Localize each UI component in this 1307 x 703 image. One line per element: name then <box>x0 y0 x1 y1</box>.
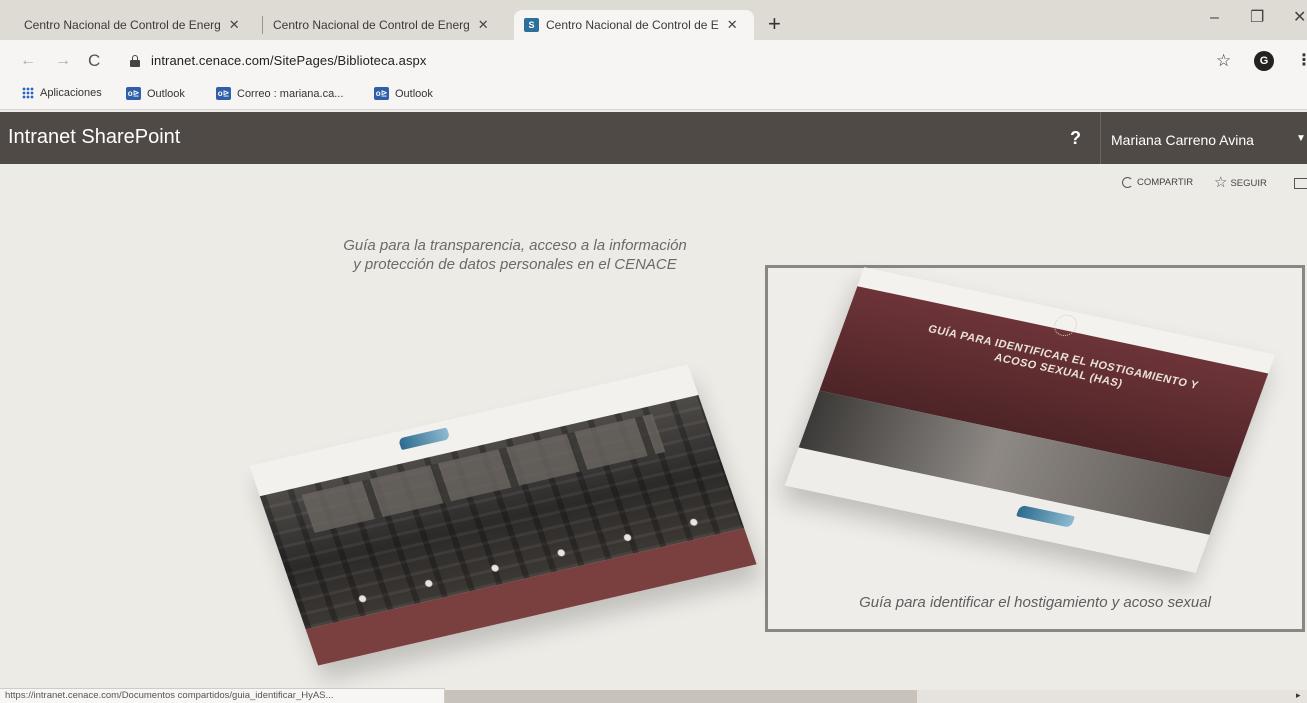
tab-title: Centro Nacional de Control de Energ <box>273 18 470 32</box>
outlook-icon: o⊵ <box>374 87 389 100</box>
address-bar-url[interactable]: intranet.cenace.com/SitePages/Biblioteca… <box>151 53 427 68</box>
status-bar-url: https://intranet.cenace.com/Documentos c… <box>0 688 445 703</box>
tab-close-icon[interactable]: ✕ <box>229 17 240 33</box>
reload-icon[interactable]: C <box>88 51 100 71</box>
browser-tab-1[interactable]: Centro Nacional de Control de Energ ✕ <box>14 10 260 40</box>
tab-close-icon[interactable]: ✕ <box>727 17 738 33</box>
bookmark-label: Correo : mariana.ca... <box>237 87 344 100</box>
bookmark-label: Aplicaciones <box>40 87 102 99</box>
back-arrow-icon[interactable]: ← <box>20 51 36 71</box>
share-label: COMPARTIR <box>1137 177 1194 188</box>
star-icon: ☆ <box>1214 174 1228 191</box>
chevron-down-icon[interactable]: ▼ <box>1296 133 1306 144</box>
sharepoint-favicon-icon: S <box>524 18 539 32</box>
bookmark-apps[interactable]: Aplicaciones <box>22 87 102 99</box>
focus-mode-icon[interactable] <box>1294 178 1307 189</box>
site-title[interactable]: Intranet SharePoint <box>8 126 180 149</box>
bookmark-outlook-1[interactable]: o⊵ Outlook <box>126 87 185 100</box>
browser-menu-icon[interactable]: ⋮ <box>1296 50 1307 70</box>
minimize-button[interactable]: – <box>1210 8 1219 28</box>
document-caption-hostigamiento[interactable]: Guía para identificar el hostigamiento y… <box>790 594 1280 611</box>
document-caption-transparency[interactable]: Guía para la transparencia, acceso a la … <box>280 236 750 274</box>
tab-title: Centro Nacional de Control de Energ <box>24 18 221 32</box>
tab-title: Centro Nacional de Control de E <box>546 18 719 32</box>
user-menu[interactable]: Mariana Carreno Avina <box>1111 132 1254 148</box>
outlook-icon: o⊵ <box>126 87 141 100</box>
apps-grid-icon <box>22 87 34 99</box>
close-window-button[interactable]: ✕ <box>1293 8 1306 28</box>
browser-tab-active[interactable]: S Centro Nacional de Control de E ✕ <box>514 10 754 40</box>
bookmark-outlook-2[interactable]: o⊵ Outlook <box>374 87 433 100</box>
scroll-right-icon[interactable]: ▸ <box>1296 690 1301 701</box>
profile-avatar[interactable]: G <box>1254 51 1274 71</box>
share-button[interactable]: COMPARTIR <box>1122 177 1193 188</box>
help-button[interactable]: ? <box>1070 128 1081 149</box>
scrollbar-thumb[interactable] <box>445 690 917 703</box>
bookmark-label: Outlook <box>395 87 433 100</box>
tab-close-icon[interactable]: ✕ <box>478 17 489 33</box>
bookmark-star-icon[interactable]: ☆ <box>1216 51 1231 71</box>
new-tab-button[interactable]: + <box>768 12 781 36</box>
caption-line: y protección de datos personales en el C… <box>353 256 677 273</box>
forward-arrow-icon[interactable]: → <box>55 51 71 71</box>
maximize-button[interactable]: ❐ <box>1250 8 1264 28</box>
bookmark-correo[interactable]: o⊵ Correo : mariana.ca... <box>216 87 343 100</box>
browser-tab-2[interactable]: Centro Nacional de Control de Energ ✕ <box>263 10 513 40</box>
cenace-logo-icon <box>1016 504 1075 528</box>
follow-label: SEGUIR <box>1230 177 1267 189</box>
follow-button[interactable]: ☆ SEGUIR <box>1214 174 1267 191</box>
bookmarks-bar <box>0 82 1307 110</box>
caption-line: Guía para la transparencia, acceso a la … <box>343 237 687 254</box>
lock-icon[interactable] <box>130 55 140 67</box>
outlook-icon: o⊵ <box>216 87 231 100</box>
bookmark-label: Outlook <box>147 87 185 100</box>
suite-divider <box>1100 112 1101 164</box>
share-icon <box>1122 177 1133 188</box>
